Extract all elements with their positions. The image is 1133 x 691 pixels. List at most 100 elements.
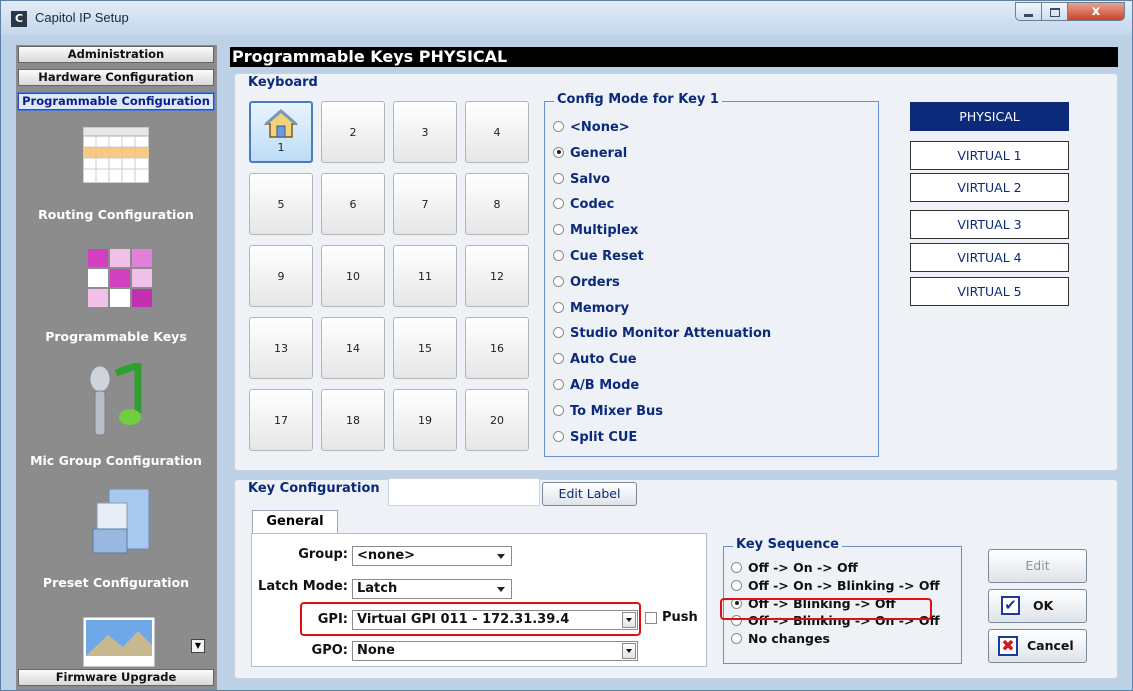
group-select-value: <none> [357, 548, 416, 563]
mode-button-virtual-5[interactable]: VIRTUAL 5 [910, 277, 1069, 306]
chevron-down-icon [622, 643, 636, 659]
key-6[interactable]: 6 [321, 173, 385, 235]
radio-button[interactable] [553, 275, 564, 287]
key-18[interactable]: 18 [321, 389, 385, 451]
folder-documents-icon[interactable] [91, 489, 153, 555]
radio-button[interactable] [553, 301, 564, 313]
page-title: Programmable Keys PHYSICAL [230, 47, 1118, 67]
nav-administration[interactable]: Administration [18, 46, 214, 63]
checkmark-icon: ✔ [1001, 596, 1020, 615]
key-14[interactable]: 14 [321, 317, 385, 379]
edit-label-button[interactable]: Edit Label [542, 482, 637, 506]
nav-firmware-upgrade[interactable]: Firmware Upgrade [18, 669, 214, 686]
app-window: C Capitol IP Setup x Administration Hard… [0, 0, 1133, 691]
mode-button-virtual-3[interactable]: VIRTUAL 3 [910, 210, 1069, 239]
key-label-field[interactable] [388, 478, 540, 506]
radio-button[interactable] [553, 327, 564, 339]
key-13[interactable]: 13 [249, 317, 313, 379]
key-sequence-option[interactable]: Off -> On -> Blinking -> Off [731, 577, 940, 595]
routing-configuration-label[interactable]: Routing Configuration [18, 207, 214, 222]
key-sequence-option[interactable]: Off -> On -> Off [731, 559, 858, 577]
config-mode-option-label: <None> [570, 120, 630, 135]
key-4[interactable]: 4 [465, 101, 529, 163]
radio-button[interactable] [731, 633, 742, 645]
config-mode-option[interactable]: <None> [553, 119, 630, 137]
config-mode-option[interactable]: Studio Monitor Attenuation [553, 325, 771, 343]
close-button[interactable]: x [1067, 2, 1125, 21]
config-mode-option[interactable]: General [553, 145, 627, 163]
config-mode-option[interactable]: Memory [553, 300, 629, 318]
radio-button[interactable] [553, 121, 564, 132]
radio-button[interactable] [553, 250, 564, 261]
radio-button[interactable] [553, 146, 564, 158]
config-mode-option[interactable]: Codec [553, 196, 614, 214]
gpo-select[interactable]: None [352, 641, 638, 661]
group-select[interactable]: <none> [352, 546, 512, 566]
key-9[interactable]: 9 [249, 245, 313, 307]
key-20[interactable]: 20 [465, 389, 529, 451]
push-checkbox[interactable] [645, 612, 657, 624]
key-8[interactable]: 8 [465, 173, 529, 235]
key-2[interactable]: 2 [321, 101, 385, 163]
config-mode-option[interactable]: Cue Reset [553, 248, 644, 266]
key-sequence-option-label: Off -> On -> Off [748, 560, 858, 575]
close-icon: ✖ [998, 636, 1018, 656]
nav-hardware-configuration[interactable]: Hardware Configuration [18, 69, 214, 86]
radio-button[interactable] [731, 579, 742, 591]
config-mode-option[interactable]: Orders [553, 274, 620, 292]
config-mode-option-label: Studio Monitor Attenuation [570, 326, 772, 342]
mode-button-virtual-1[interactable]: VIRTUAL 1 [910, 141, 1069, 170]
radio-button[interactable] [553, 172, 564, 184]
key-5[interactable]: 5 [249, 173, 313, 235]
tab-general[interactable]: General [252, 510, 338, 534]
config-mode-option[interactable]: Multiplex [553, 222, 638, 240]
microphone-note-icon[interactable] [86, 363, 158, 441]
radio-button[interactable] [553, 379, 564, 390]
ok-button[interactable]: ✔ OK [988, 589, 1087, 623]
config-mode-option[interactable]: A/B Mode [553, 377, 639, 395]
config-mode-option-label: General [570, 145, 628, 161]
maximize-button[interactable] [1041, 2, 1068, 21]
preset-configuration-label[interactable]: Preset Configuration [18, 575, 214, 590]
mic-group-configuration-label[interactable]: Mic Group Configuration [18, 453, 214, 468]
gpo-label: GPO: [311, 643, 348, 658]
edit-button[interactable]: Edit [988, 549, 1087, 583]
config-mode-option-label: To Mixer Bus [570, 403, 664, 419]
mode-button-virtual-2[interactable]: VIRTUAL 2 [910, 173, 1069, 202]
minimize-button[interactable] [1015, 2, 1042, 21]
key-19[interactable]: 19 [393, 389, 457, 451]
key-number: 1 [277, 141, 285, 154]
radio-button[interactable] [553, 430, 564, 442]
mode-button-virtual-4[interactable]: VIRTUAL 4 [910, 243, 1069, 272]
key-15[interactable]: 15 [393, 317, 457, 379]
radio-button[interactable] [553, 404, 564, 416]
config-mode-option-label: Split CUE [570, 429, 638, 445]
key-configuration-title: Key Configuration [248, 481, 380, 496]
nav-programmable-configuration[interactable]: Programmable Configuration [17, 92, 215, 111]
radio-button[interactable] [553, 224, 564, 236]
radio-button[interactable] [731, 562, 742, 573]
key-sequence-option[interactable]: No changes [731, 630, 830, 648]
sidebar-scroll-down[interactable]: ▼ [191, 639, 205, 653]
config-mode-option[interactable]: Split CUE [553, 429, 637, 447]
radio-button[interactable] [553, 353, 564, 365]
key-7[interactable]: 7 [393, 173, 457, 235]
cancel-button[interactable]: ✖ Cancel [988, 629, 1087, 663]
key-16[interactable]: 16 [465, 317, 529, 379]
calendar-grid-icon[interactable] [83, 127, 149, 183]
key-1[interactable]: 1 [249, 101, 313, 163]
key-11[interactable]: 11 [393, 245, 457, 307]
config-mode-option[interactable]: Salvo [553, 171, 610, 189]
key-12[interactable]: 12 [465, 245, 529, 307]
config-mode-option[interactable]: To Mixer Bus [553, 403, 663, 421]
config-mode-option[interactable]: Auto Cue [553, 351, 637, 369]
landscape-photo-icon[interactable] [83, 617, 155, 667]
mode-button-physical[interactable]: PHYSICAL [910, 102, 1069, 131]
colored-grid-icon[interactable] [88, 249, 154, 307]
latch-mode-select[interactable]: Latch [352, 579, 512, 599]
programmable-keys-label[interactable]: Programmable Keys [18, 329, 214, 344]
key-17[interactable]: 17 [249, 389, 313, 451]
key-3[interactable]: 3 [393, 101, 457, 163]
radio-button[interactable] [553, 198, 564, 210]
key-10[interactable]: 10 [321, 245, 385, 307]
